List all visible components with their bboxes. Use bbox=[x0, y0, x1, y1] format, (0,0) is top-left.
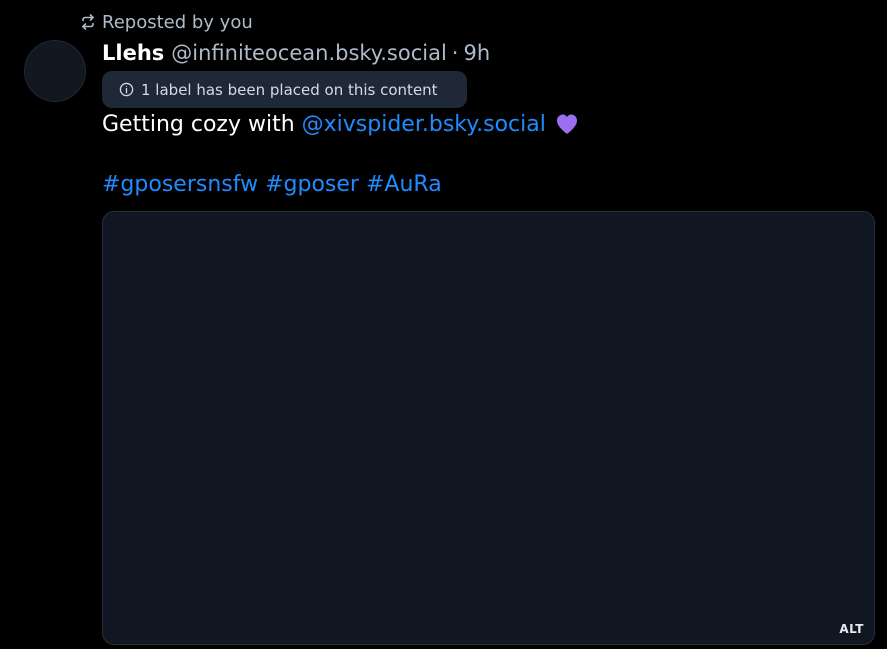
post-text-body: Getting cozy with bbox=[102, 111, 295, 137]
content-label-notice[interactable]: 1 label has been placed on this content bbox=[102, 71, 467, 108]
post-timestamp[interactable]: 9h bbox=[463, 41, 490, 65]
repost-label: Reposted by you bbox=[102, 11, 253, 33]
hashtag-link[interactable]: #gposersnsfw bbox=[102, 172, 258, 197]
hashtag-link[interactable]: #AuRa bbox=[366, 172, 442, 197]
alt-badge[interactable]: ALT bbox=[839, 622, 864, 636]
purple-heart-icon bbox=[546, 113, 579, 135]
feed-post[interactable]: Reposted by you Llehs @infiniteocean.bsk… bbox=[0, 0, 887, 649]
hashtag-link[interactable]: #gposer bbox=[265, 172, 359, 197]
info-icon bbox=[119, 82, 134, 97]
hashtags: #gposersnsfw #gposer #AuRa bbox=[102, 168, 442, 200]
repost-indicator[interactable]: Reposted by you bbox=[80, 9, 253, 35]
post-text: Getting cozy with @xivspider.bsky.social bbox=[102, 108, 579, 140]
author-handle[interactable]: @infiniteocean.bsky.social bbox=[171, 41, 447, 65]
post-image[interactable]: ALT bbox=[102, 211, 875, 645]
separator-dot: · bbox=[451, 41, 459, 65]
label-notice-text: 1 label has been placed on this content bbox=[141, 80, 438, 99]
repost-icon bbox=[80, 14, 96, 30]
avatar[interactable] bbox=[24, 40, 86, 102]
author-name[interactable]: Llehs bbox=[102, 41, 164, 65]
post-header: Llehs @infiniteocean.bsky.social · 9h bbox=[102, 38, 490, 68]
mention-link[interactable]: @xivspider.bsky.social bbox=[302, 112, 546, 137]
